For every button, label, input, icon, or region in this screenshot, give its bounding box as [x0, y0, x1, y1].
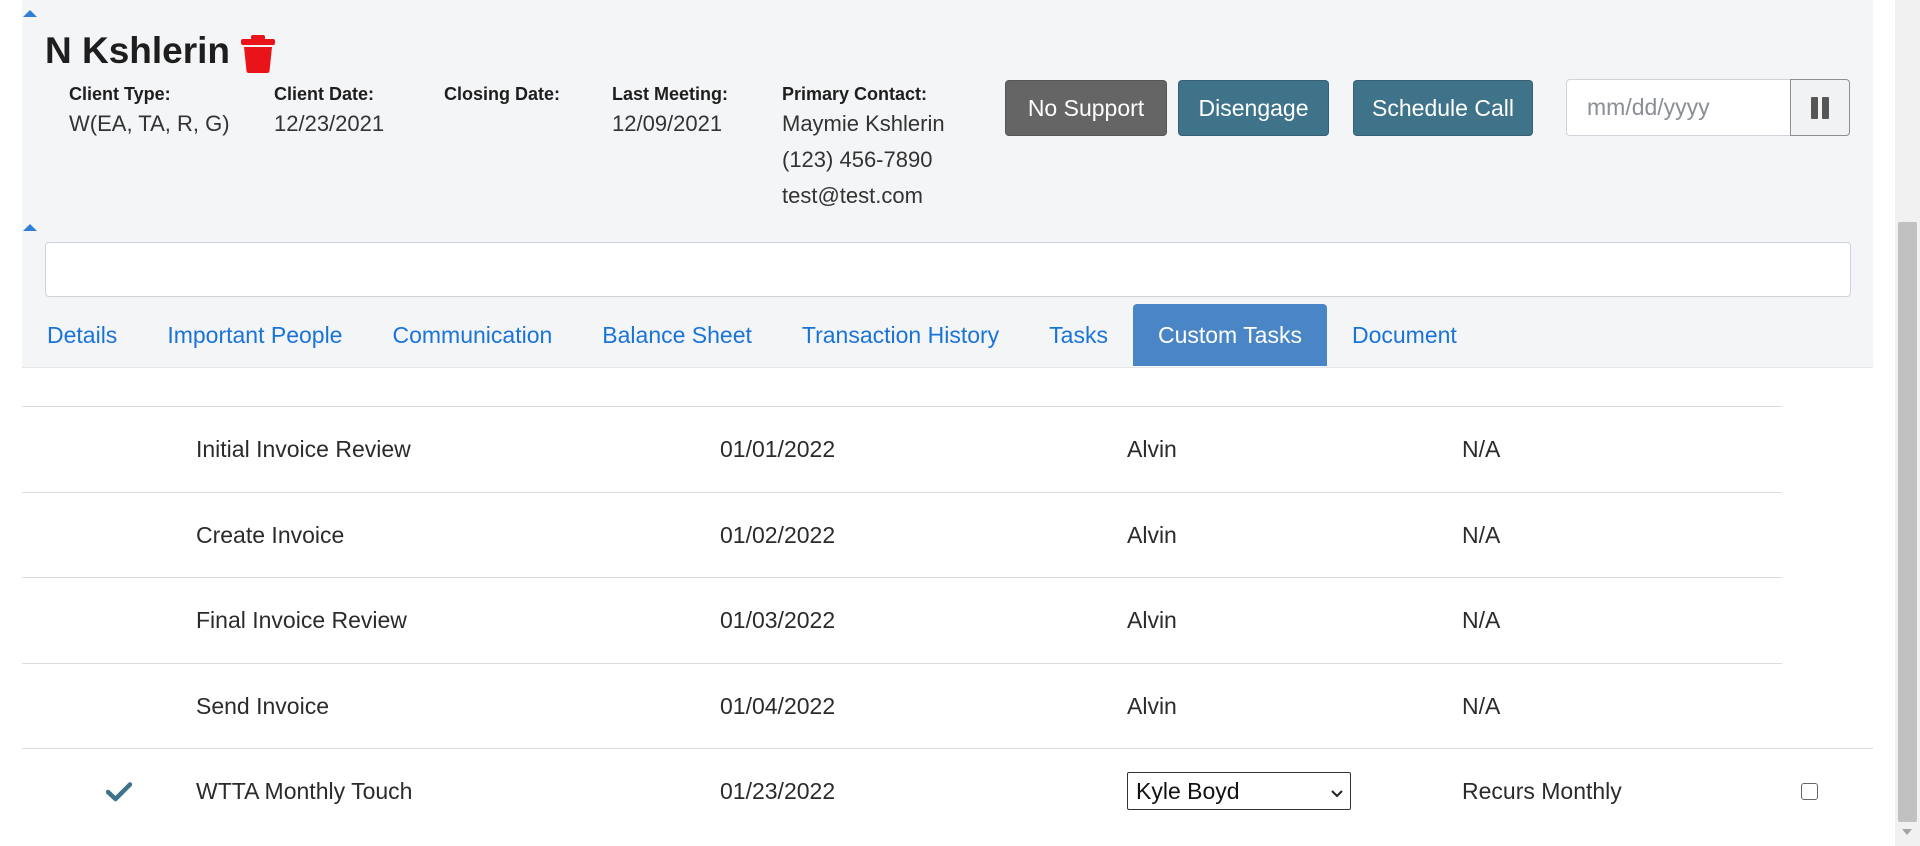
task-recurrence: N/A	[1462, 607, 1501, 633]
primary-contact-label: Primary Contact:	[782, 84, 928, 104]
table-row: Initial Invoice Review 01/01/2022 Alvin …	[22, 406, 1782, 491]
last-meeting-field: Last Meeting: 12/09/2021	[612, 82, 728, 142]
check-icon	[106, 749, 132, 834]
task-date: 01/04/2022	[720, 693, 836, 719]
collapse-up-icon[interactable]	[23, 10, 37, 17]
task-date: 01/01/2022	[720, 436, 836, 462]
table-row: WTTA Monthly Touch 01/23/2022 Kyle Boyd …	[22, 748, 1873, 833]
table-row: Create Invoice 01/02/2022 Alvin N/A	[22, 492, 1782, 577]
pause-button[interactable]	[1790, 79, 1850, 136]
task-name: Create Invoice	[196, 522, 345, 548]
task-date: 01/03/2022	[720, 607, 836, 633]
task-assignee: Alvin	[1127, 607, 1177, 633]
tab-tasks[interactable]: Tasks	[1024, 304, 1133, 366]
table-row: Send Invoice 01/04/2022 Alvin N/A	[22, 663, 1782, 748]
client-tabs: Details Important People Communication B…	[22, 304, 1482, 366]
scroll-down-arrow-icon[interactable]	[1902, 829, 1912, 835]
primary-contact-field: Primary Contact: Maymie Kshlerin (123) 4…	[782, 82, 945, 214]
trash-icon[interactable]	[240, 34, 276, 74]
client-date-label: Client Date:	[274, 84, 375, 104]
tab-transaction-history[interactable]: Transaction History	[777, 304, 1024, 366]
client-date-field: Client Date: 12/23/2021	[274, 82, 384, 142]
task-recurrence: N/A	[1462, 522, 1501, 548]
client-name: N Kshlerin	[45, 30, 231, 71]
closing-date-field: Closing Date:	[444, 82, 560, 106]
pause-icon-bar	[1822, 96, 1829, 119]
table-row: Final Invoice Review 01/03/2022 Alvin N/…	[22, 577, 1782, 662]
last-meeting-label: Last Meeting:	[612, 84, 729, 104]
last-meeting-value: 12/09/2021	[612, 111, 723, 136]
client-type-field: Client Type: W(EA, TA, R, G)	[69, 82, 230, 142]
task-name: WTTA Monthly Touch	[196, 778, 413, 804]
task-name: Send Invoice	[196, 693, 329, 719]
assignee-select-value: Kyle Boyd	[1136, 777, 1240, 804]
vertical-scrollbar[interactable]	[1895, 0, 1920, 846]
notes-input[interactable]	[45, 242, 1851, 297]
tab-document[interactable]: Document	[1327, 304, 1482, 366]
chevron-down-icon	[1330, 778, 1344, 805]
custom-tasks-table: Initial Invoice Review 01/01/2022 Alvin …	[22, 367, 1873, 846]
primary-contact-email: test@test.com	[782, 183, 923, 208]
closing-date-label: Closing Date:	[444, 84, 561, 104]
task-date: 01/02/2022	[720, 522, 836, 548]
tab-custom-tasks[interactable]: Custom Tasks	[1132, 304, 1327, 366]
schedule-call-button[interactable]: Schedule Call	[1353, 80, 1533, 136]
tab-important-people[interactable]: Important People	[142, 304, 367, 366]
task-name: Final Invoice Review	[196, 607, 407, 633]
scrollbar-thumb[interactable]	[1898, 222, 1917, 822]
client-type-label: Client Type:	[69, 84, 171, 104]
tab-communication[interactable]: Communication	[367, 304, 577, 366]
task-assignee: Alvin	[1127, 693, 1177, 719]
task-recurrence: Recurs Monthly	[1462, 778, 1622, 804]
task-recurrence: N/A	[1462, 693, 1501, 719]
pause-icon	[1811, 96, 1818, 119]
task-assignee: Alvin	[1127, 522, 1177, 548]
task-date: 01/23/2022	[720, 778, 836, 804]
client-type-value: W(EA, TA, R, G)	[69, 111, 230, 136]
task-assignee: Alvin	[1127, 436, 1177, 462]
assignee-select[interactable]: Kyle Boyd	[1127, 772, 1351, 810]
date-input[interactable]: mm/dd/yyyy	[1566, 79, 1791, 136]
task-recurrence: N/A	[1462, 436, 1501, 462]
primary-contact-name: Maymie Kshlerin	[782, 111, 945, 136]
client-date-value: 12/23/2021	[274, 111, 385, 136]
tab-details[interactable]: Details	[22, 304, 142, 366]
tab-balance-sheet[interactable]: Balance Sheet	[577, 304, 777, 366]
disengage-button[interactable]: Disengage	[1178, 80, 1329, 136]
no-support-button[interactable]: No Support	[1005, 80, 1167, 136]
row-checkbox[interactable]	[1801, 783, 1818, 800]
collapse-notes-up-icon[interactable]	[23, 224, 37, 231]
task-name: Initial Invoice Review	[196, 436, 411, 462]
primary-contact-phone: (123) 456-7890	[782, 147, 933, 172]
